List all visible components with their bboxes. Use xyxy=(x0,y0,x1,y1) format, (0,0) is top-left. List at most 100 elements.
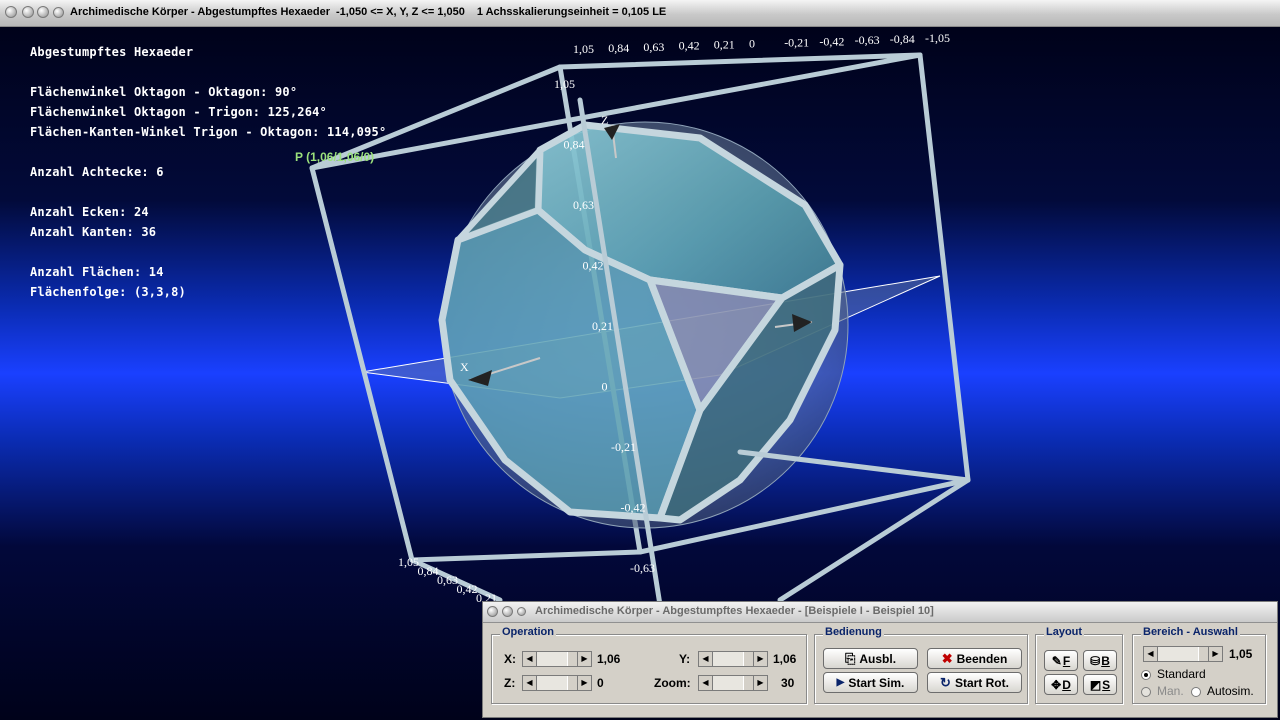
title-range: -1,050 <= X, Y, Z <= 1,050 xyxy=(336,6,465,18)
bedienung-group: Bedienung ⎘ Ausbl. ✖ Beenden ▶ Start Sim. ↻… xyxy=(814,626,1028,704)
diagonal-tick-labels: 1,050,840,630,420,21 xyxy=(398,555,497,605)
top-tick-1: 0,84 xyxy=(608,41,629,55)
fill-icon: ⛁ xyxy=(1090,653,1101,668)
control-title: Archimedische Körper - Abgestumpftes Hex… xyxy=(535,605,934,617)
start-rot-button[interactable]: ↻ Start Rot. xyxy=(927,672,1022,693)
autosim-label: Autosim. xyxy=(1207,684,1254,698)
control-title-bar: Archimedische Körper - Abgestumpftes Hex… xyxy=(483,602,1277,623)
bereich-value: 1,05 xyxy=(1229,647,1253,661)
start-sim-button[interactable]: ▶ Start Sim. xyxy=(823,672,918,693)
z-scrollbar[interactable]: ◀ ▶ xyxy=(522,675,592,691)
vertical-tick-1: 0,84 xyxy=(564,138,585,152)
man-label: Man. xyxy=(1157,684,1184,698)
zoom-right-arrow[interactable]: ▶ xyxy=(753,676,767,690)
menu-button[interactable] xyxy=(53,7,64,18)
bedienung-title: Bedienung xyxy=(823,626,884,638)
top-tick-7: -0,42 xyxy=(819,34,844,48)
layout-d-label: D xyxy=(1062,677,1071,692)
control-close-button[interactable] xyxy=(487,606,498,617)
bereich-left-arrow[interactable]: ◀ xyxy=(1144,647,1158,661)
vertical-tick-7: -0,42 xyxy=(621,501,646,515)
top-tick-9: -0,84 xyxy=(890,32,915,46)
eraser-icon: ◩ xyxy=(1089,677,1102,692)
diagonal-tick-2: 0,63 xyxy=(437,573,458,587)
hide-icon: ⎘ xyxy=(844,651,856,666)
x-label: X: xyxy=(504,652,516,666)
operation-group: Operation X: ◀ ▶ 1,06 Y: ◀ ▶ 1,06 Z: ◀ ▶ 0 … xyxy=(491,626,807,704)
y-left-arrow[interactable]: ◀ xyxy=(699,652,713,666)
operation-title: Operation xyxy=(500,626,556,638)
y-scrollbar[interactable]: ◀ ▶ xyxy=(698,651,768,667)
control-minimize-button[interactable] xyxy=(502,606,513,617)
top-tick-labels: 1,05 0,84 0,63 0,42 0,21 0 -0,21 -0,42 -0,63 -0,8… xyxy=(573,31,950,56)
close-button[interactable] xyxy=(5,6,17,18)
top-tick-4: 0,21 xyxy=(714,38,735,52)
layout-s-button[interactable]: ◩ S xyxy=(1083,674,1117,695)
z-left-arrow[interactable]: ◀ xyxy=(523,676,537,690)
diagonal-tick-0: 1,05 xyxy=(398,555,419,569)
x-value: 1,06 xyxy=(597,652,621,666)
minimize-button[interactable] xyxy=(22,6,34,18)
zoom-label: Zoom: xyxy=(654,676,691,690)
layout-f-label: F xyxy=(1062,653,1071,668)
layout-b-button[interactable]: ⛁ B xyxy=(1083,650,1117,671)
top-tick-5: 0 xyxy=(749,37,755,51)
play-icon: ▶ xyxy=(836,677,845,688)
vertical-tick-3: 0,42 xyxy=(583,259,604,273)
z-label: Z: xyxy=(504,676,516,690)
z-right-arrow[interactable]: ▶ xyxy=(577,676,591,690)
top-tick-2: 0,63 xyxy=(643,40,664,54)
axis-x-label: X xyxy=(460,360,469,374)
bereich-group: Bereich - Auswahl ◀ ▶ 1,05 Standard Man. … xyxy=(1132,626,1266,704)
x-left-arrow[interactable]: ◀ xyxy=(523,652,537,666)
ausbl-button[interactable]: ⎘ Ausbl. xyxy=(823,648,918,669)
top-tick-6: -0,21 xyxy=(784,35,809,49)
top-tick-3: 0,42 xyxy=(679,39,700,53)
z-value: 0 xyxy=(597,676,604,690)
standard-radio[interactable] xyxy=(1141,670,1151,680)
beenden-label: Beenden xyxy=(956,651,1008,666)
control-maximize-button[interactable] xyxy=(517,607,526,616)
x-scrollbar[interactable]: ◀ ▶ xyxy=(522,651,592,667)
rotate-icon: ↻ xyxy=(940,675,951,690)
x-right-arrow[interactable]: ▶ xyxy=(577,652,591,666)
start-sim-label: Start Sim. xyxy=(848,675,905,690)
diagonal-tick-1: 0,84 xyxy=(418,564,439,578)
move-icon: ✥ xyxy=(1051,677,1062,692)
y-right-arrow[interactable]: ▶ xyxy=(753,652,767,666)
title-scale: 1 Achsskalierungseinheit = 0,105 LE xyxy=(476,6,667,18)
autosim-radio[interactable] xyxy=(1191,687,1201,697)
title-bar: Archimedische Körper - Abgestumpftes Hex… xyxy=(0,0,1280,27)
standard-label: Standard xyxy=(1157,667,1206,681)
point-p-label: P (1,06/1,06/0) xyxy=(295,150,374,164)
maximize-button[interactable] xyxy=(37,6,49,18)
vertical-tick-0: 1,05 xyxy=(554,77,575,91)
window-title: Archimedische Körper - Abgestumpftes Hex… xyxy=(70,6,666,18)
vertical-tick-4: 0,21 xyxy=(592,319,613,333)
y-value: 1,06 xyxy=(773,652,797,666)
start-rot-label: Start Rot. xyxy=(954,675,1009,690)
ausbl-label: Ausbl. xyxy=(859,651,897,666)
bereich-right-arrow[interactable]: ▶ xyxy=(1208,647,1222,661)
zoom-left-arrow[interactable]: ◀ xyxy=(699,676,713,690)
beenden-button[interactable]: ✖ Beenden xyxy=(927,648,1022,669)
layout-group: Layout ✎ F ⛁ B ✥ D ◩ S xyxy=(1035,626,1123,704)
layout-title: Layout xyxy=(1044,626,1085,638)
vertical-tick-5: 0 xyxy=(602,380,608,394)
axis-z-label: Z xyxy=(601,113,608,127)
layout-f-button[interactable]: ✎ F xyxy=(1044,650,1078,671)
vertical-tick-2: 0,63 xyxy=(573,198,594,212)
zoom-value: 30 xyxy=(781,676,795,690)
vertical-tick-6: -0,21 xyxy=(611,440,636,454)
layout-d-button[interactable]: ✥ D xyxy=(1044,674,1078,695)
top-tick-8: -0,63 xyxy=(855,33,880,47)
zoom-scrollbar[interactable]: ◀ ▶ xyxy=(698,675,768,691)
top-tick-0: 1,05 xyxy=(573,42,594,56)
title-main: Archimedische Körper - Abgestumpftes Hex… xyxy=(70,6,330,18)
bereich-title: Bereich - Auswahl xyxy=(1141,626,1240,638)
bereich-scrollbar[interactable]: ◀ ▶ xyxy=(1143,646,1223,662)
man-radio xyxy=(1141,687,1151,697)
y-label: Y: xyxy=(679,652,691,666)
layout-s-label: S xyxy=(1102,677,1111,692)
vertical-tick-8: -0,63 xyxy=(630,561,655,575)
